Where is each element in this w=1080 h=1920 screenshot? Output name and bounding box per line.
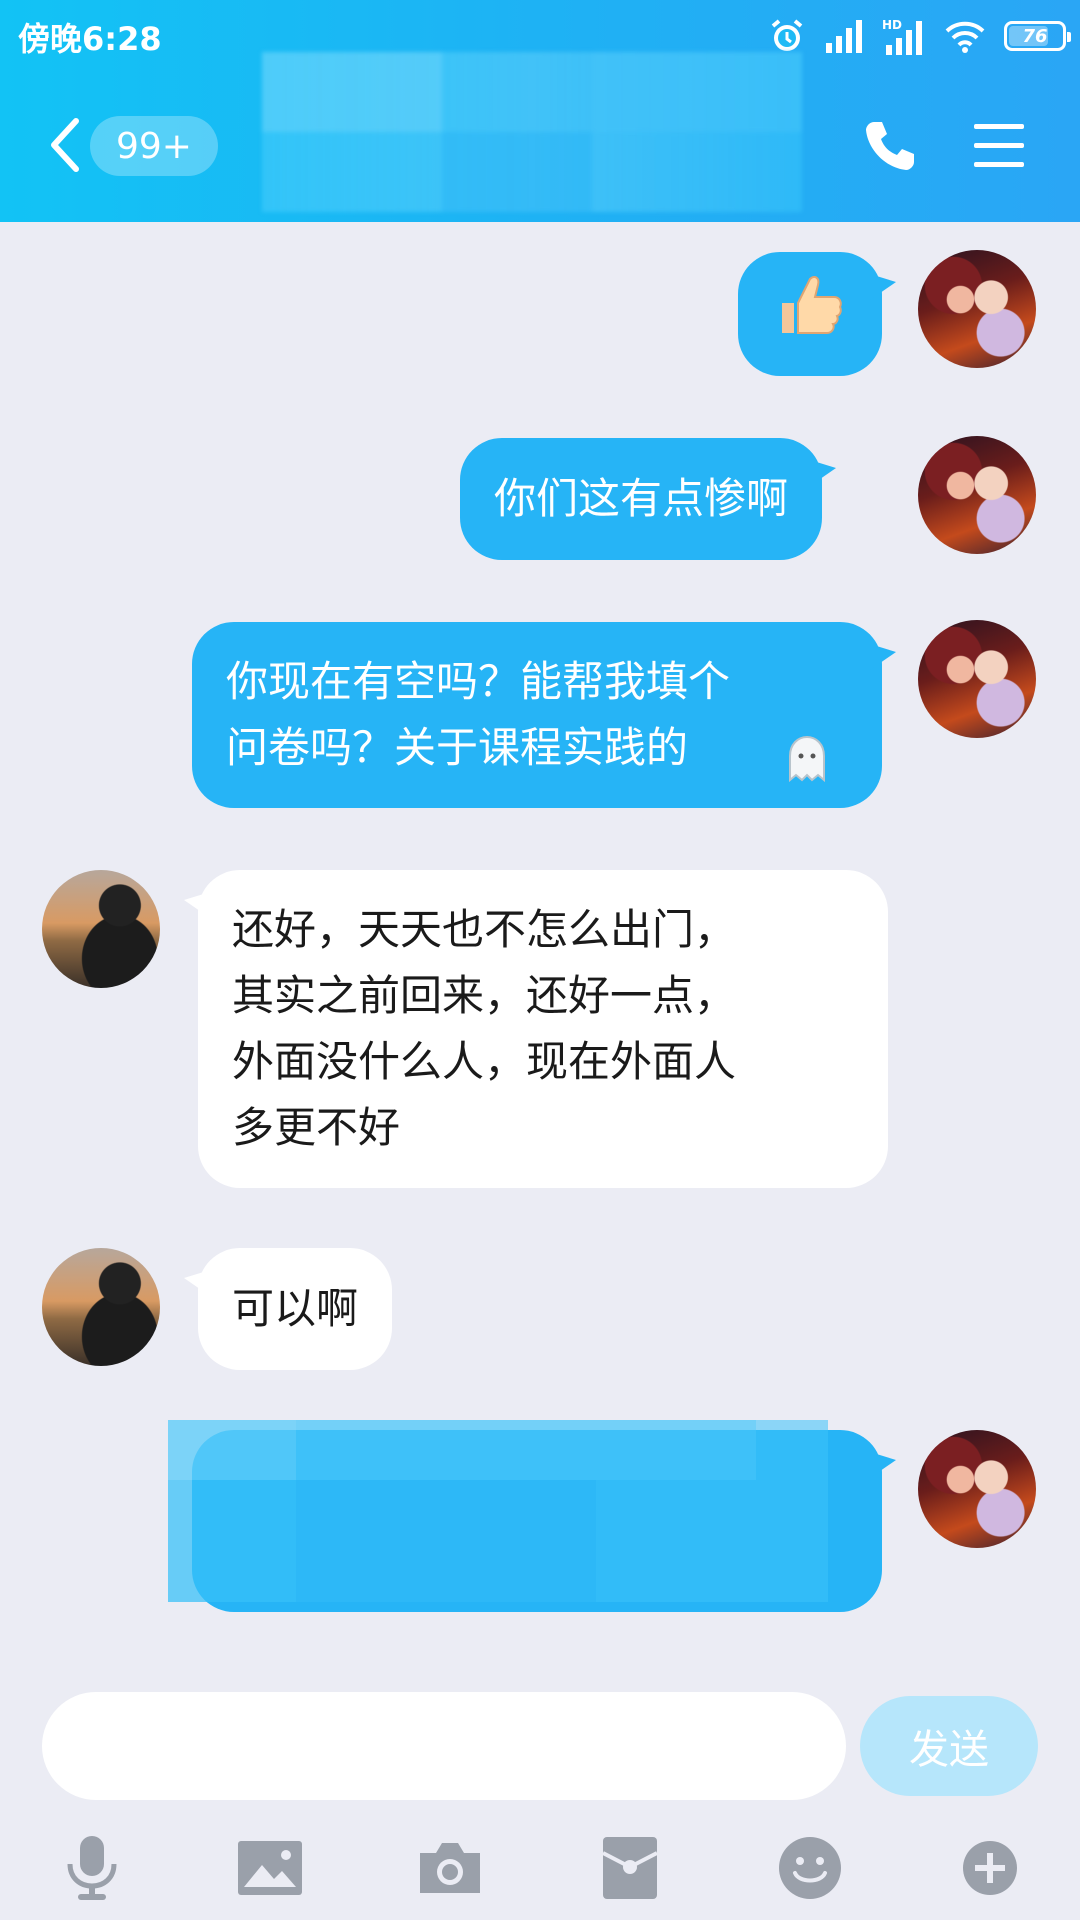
- emoji-button[interactable]: [770, 1830, 850, 1910]
- status-time: 傍晚6:28: [18, 20, 162, 58]
- voice-call-button[interactable]: [860, 116, 920, 176]
- alarm-icon: [768, 17, 806, 55]
- message-bubble-outgoing[interactable]: [738, 252, 896, 376]
- battery-text: 76: [1022, 25, 1048, 47]
- battery-icon: 76: [1004, 21, 1071, 51]
- contact-avatar[interactable]: [42, 870, 160, 988]
- emoji-icon: [777, 1835, 843, 1905]
- signal-icon: [824, 19, 864, 53]
- wifi-icon: [944, 19, 986, 53]
- thumbs-up-emoji-icon: [774, 269, 846, 360]
- input-area: 发送: [0, 1660, 1080, 1920]
- chevron-left-icon: [48, 117, 82, 177]
- message-text: 还好，天天也不怎么出门， 其实之前回来，还好一点， 外面没什么人，现在外面人 多…: [232, 905, 737, 1152]
- back-button[interactable]: [40, 112, 90, 182]
- hamburger-icon: [968, 124, 1028, 180]
- voice-input-button[interactable]: [52, 1830, 132, 1910]
- red-packet-button[interactable]: [590, 1830, 670, 1910]
- message-text: 你现在有空吗？能帮我填个 问卷吗？关于课程实践的: [226, 657, 731, 772]
- image-button[interactable]: [230, 1830, 310, 1910]
- svg-text:HD: HD: [882, 18, 902, 32]
- more-button[interactable]: [950, 1830, 1030, 1910]
- send-button[interactable]: 发送: [860, 1696, 1038, 1796]
- hd-signal-icon: HD: [882, 17, 926, 55]
- nav-bar: 99+: [0, 52, 1080, 222]
- image-icon: [236, 1839, 304, 1901]
- unread-count-badge[interactable]: 99+: [90, 116, 218, 176]
- message-input[interactable]: [42, 1692, 846, 1800]
- message-bubble-outgoing[interactable]: 你现在有空吗？能帮我填个 问卷吗？关于课程实践的: [192, 622, 896, 808]
- self-avatar[interactable]: [918, 436, 1036, 554]
- chat-header: 傍晚6:28 HD 76 99+: [0, 0, 1080, 222]
- menu-button[interactable]: [968, 116, 1028, 176]
- redacted-contact-name: [262, 52, 802, 212]
- message-text: 你们这有点惨啊: [494, 474, 789, 523]
- camera-icon: [416, 1839, 484, 1901]
- message-text: 可以啊: [232, 1284, 359, 1333]
- message-bubble-outgoing[interactable]: 你们这有点惨啊: [460, 438, 837, 560]
- self-avatar[interactable]: [918, 1430, 1036, 1548]
- phone-icon: [860, 122, 920, 180]
- microphone-icon: [62, 1832, 122, 1908]
- status-icons: HD 76: [768, 14, 1071, 58]
- message-bubble-incoming[interactable]: 还好，天天也不怎么出门， 其实之前回来，还好一点， 外面没什么人，现在外面人 多…: [184, 870, 888, 1188]
- ghost-emoji-icon: [784, 734, 830, 801]
- message-bubble-incoming[interactable]: 可以啊: [183, 1248, 393, 1370]
- redacted-message: [168, 1420, 828, 1602]
- camera-button[interactable]: [410, 1830, 490, 1910]
- contact-avatar[interactable]: [42, 1248, 160, 1366]
- red-packet-icon: [601, 1835, 659, 1905]
- input-toolbar: [0, 1820, 1080, 1920]
- self-avatar[interactable]: [918, 620, 1036, 738]
- self-avatar[interactable]: [918, 250, 1036, 368]
- plus-icon: [961, 1839, 1019, 1901]
